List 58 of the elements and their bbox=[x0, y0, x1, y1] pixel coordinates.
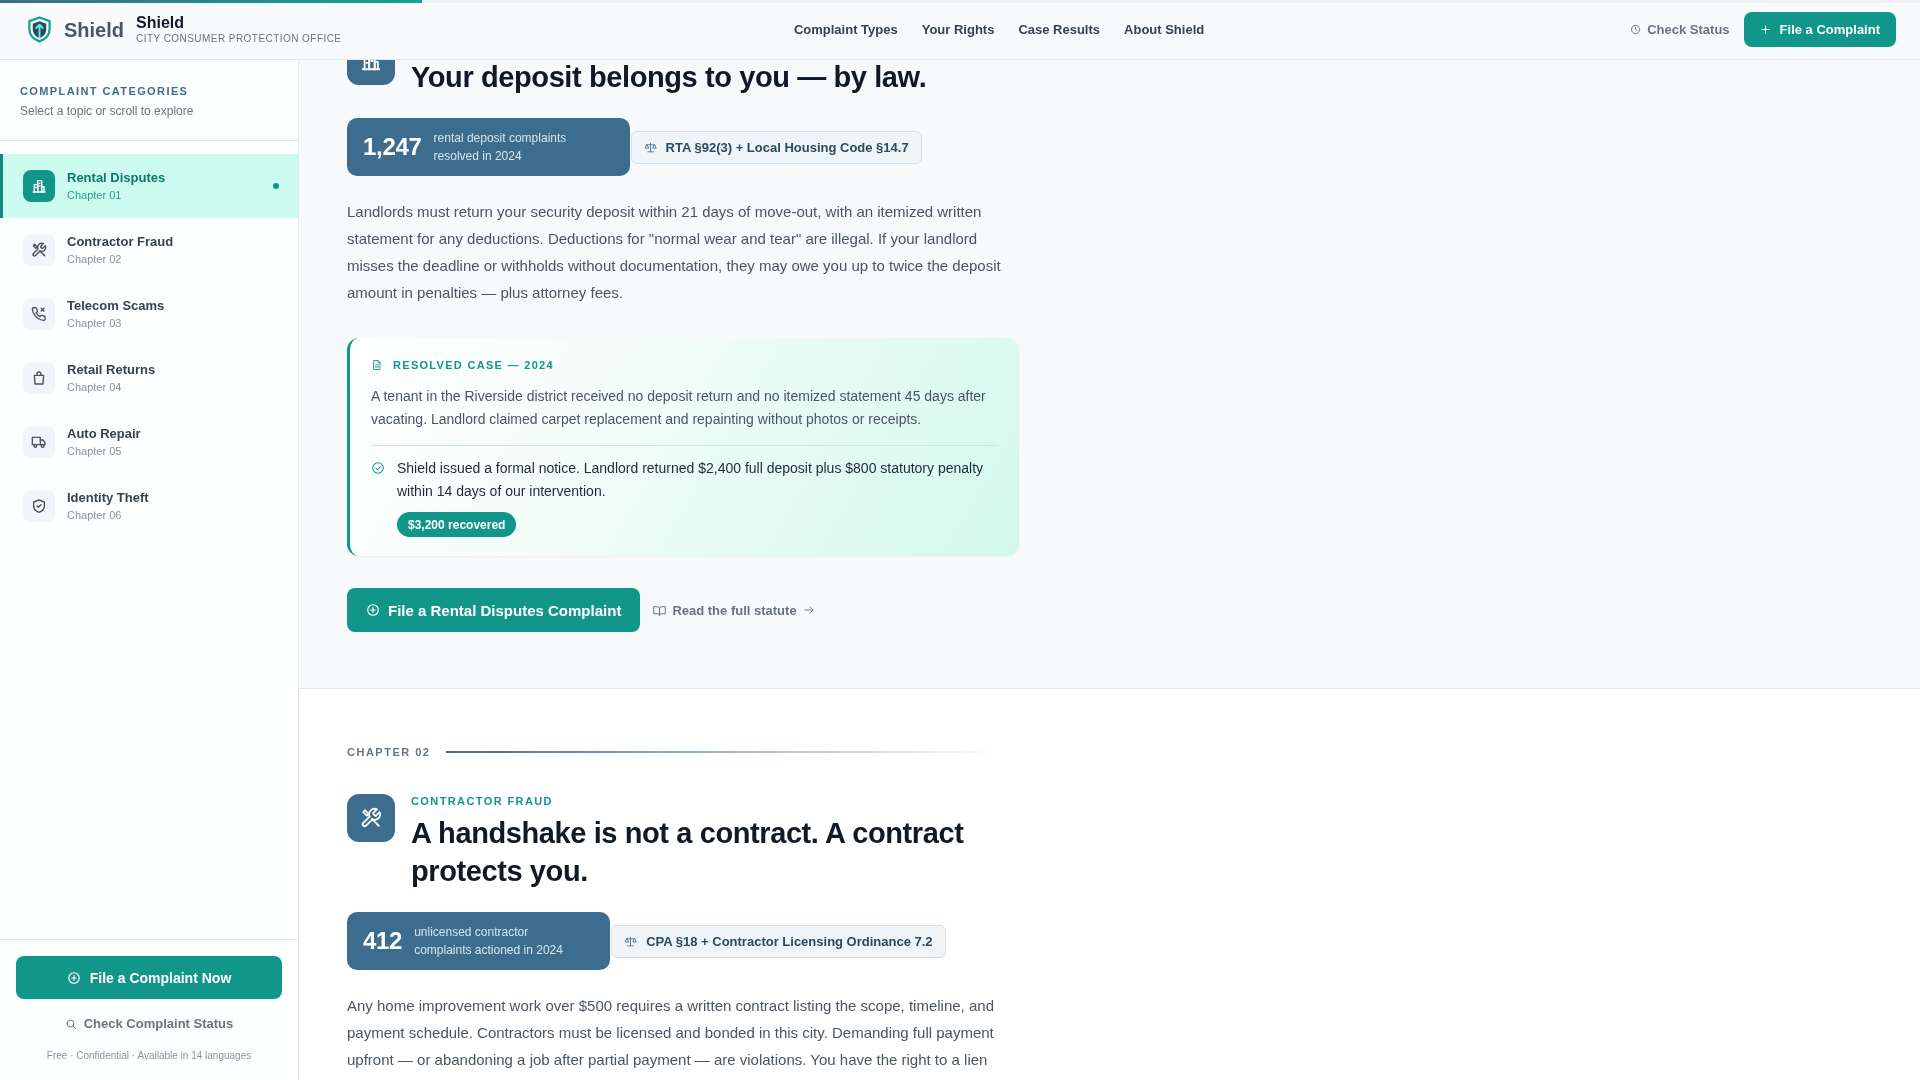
sidebar-heading: COMPLAINT CATEGORIES bbox=[20, 84, 190, 98]
tools-icon bbox=[347, 794, 395, 842]
sidebar-subheading: Select a topic or scroll to explore bbox=[20, 104, 195, 119]
sidebar-item[interactable]: Auto Repair Chapter 05 bbox=[0, 410, 298, 474]
file-complaint-button[interactable]: File a Rental Disputes Complaint bbox=[347, 588, 641, 632]
shield-check-icon bbox=[23, 490, 55, 522]
scales-icon bbox=[624, 934, 638, 948]
sidebar-item[interactable]: Contractor Fraud Chapter 02 bbox=[0, 218, 298, 282]
circle-plus-icon bbox=[366, 603, 380, 617]
section-body: Landlords must return your security deposit within 21 days of move-out, with an itemized written statement for any deductions. Deductions for "normal wear and tear" are illegal. If your landlord misses the deadline or withholds without documentation, they may owe you up to twice the deposit amount in penalties — plus attorney fees. bbox=[347, 202, 1002, 303]
active-dot bbox=[273, 183, 279, 189]
sidebar-item[interactable]: Identity Theft Chapter 06 bbox=[0, 474, 298, 538]
scales-icon bbox=[643, 140, 657, 154]
sidebar-item[interactable]: Rental Disputes Chapter 01 bbox=[0, 154, 298, 218]
book-icon bbox=[653, 603, 667, 617]
case-label: RESOLVED CASE — 2024 bbox=[393, 358, 554, 372]
shopping-bag-icon bbox=[23, 362, 55, 394]
case-description: A tenant in the Riverside district received no deposit return and no itemized statement 45 days after vacating. Landlord claimed carpet replacement and repainting without photos or receipts. bbox=[371, 387, 987, 429]
logo-text: Shield bbox=[64, 17, 124, 42]
nav-link[interactable]: Complaint Types bbox=[793, 22, 898, 37]
section-heading: Your deposit belongs to you — by law. bbox=[411, 60, 928, 95]
tools-icon bbox=[23, 234, 55, 266]
sidebar-item[interactable]: Telecom Scams Chapter 03 bbox=[0, 282, 298, 346]
nav-link[interactable]: Your Rights bbox=[921, 22, 995, 37]
check-complaint-status-link[interactable]: Check Complaint Status bbox=[64, 1015, 234, 1032]
law-reference: RTA §92(3) + Local Housing Code §14.7 bbox=[665, 139, 909, 155]
clock-icon bbox=[1630, 24, 1642, 35]
nav-link[interactable]: About Shield bbox=[1124, 22, 1205, 37]
recovered-amount-badge: $3,200 recovered bbox=[397, 512, 517, 537]
category-eyebrow: CONTRACTOR FRAUD bbox=[411, 794, 554, 808]
sidebar-item[interactable]: Retail Returns Chapter 04 bbox=[0, 346, 298, 410]
brand-subtitle: CITY CONSUMER PROTECTION OFFICE bbox=[136, 33, 342, 45]
file-complaint-button[interactable]: File a Complaint bbox=[1743, 12, 1896, 47]
document-icon bbox=[371, 359, 383, 371]
circle-plus-icon bbox=[66, 970, 81, 985]
search-icon bbox=[64, 1017, 77, 1030]
stat-label: rental deposit complaints resolved in 2024 bbox=[433, 130, 568, 165]
plus-icon bbox=[1759, 24, 1771, 35]
check-status-link[interactable]: Check Status bbox=[1630, 22, 1730, 37]
chapter-label: CHAPTER 02 bbox=[347, 745, 431, 759]
stat-number: 1,247 bbox=[363, 133, 422, 161]
shield-logo-icon bbox=[27, 16, 52, 43]
brand-name: Shield bbox=[136, 14, 186, 32]
file-complaint-now-button[interactable]: File a Complaint Now bbox=[16, 956, 282, 999]
statute-link[interactable]: Read the full statute bbox=[653, 602, 815, 618]
law-reference: CPA §18 + Contractor Licensing Ordinance 7.2 bbox=[646, 933, 933, 949]
arrow-right-icon bbox=[802, 604, 815, 616]
stat-label: unlicensed contractor complaints actioned in 2024 bbox=[414, 924, 564, 959]
case-outcome: Shield issued a formal notice. Landlord returned $2,400 full deposit plus $800 statutory penalty within 14 days of our intervention. bbox=[397, 459, 985, 501]
stat-number: 412 bbox=[363, 927, 403, 955]
buildings-icon bbox=[23, 170, 55, 202]
truck-icon bbox=[23, 426, 55, 458]
section-body: Any home improvement work over $500 requires a written contract listing the scope, timeline, and payment schedule. Contractors must be licensed and bonded in this city. Demanding full payment upfront — or abandoning a job after partial payment — are violations. You have the right to a lien bbox=[347, 996, 995, 1070]
nav-link[interactable]: Case Results bbox=[1018, 22, 1101, 37]
sidebar-footnote: Free · Confidential · Available in 14 languages bbox=[46, 1049, 252, 1062]
section-heading: A handshake is not a contract. A contract protects you. bbox=[411, 816, 965, 889]
check-circle-icon bbox=[371, 461, 385, 475]
phone-cross-icon bbox=[23, 298, 55, 330]
